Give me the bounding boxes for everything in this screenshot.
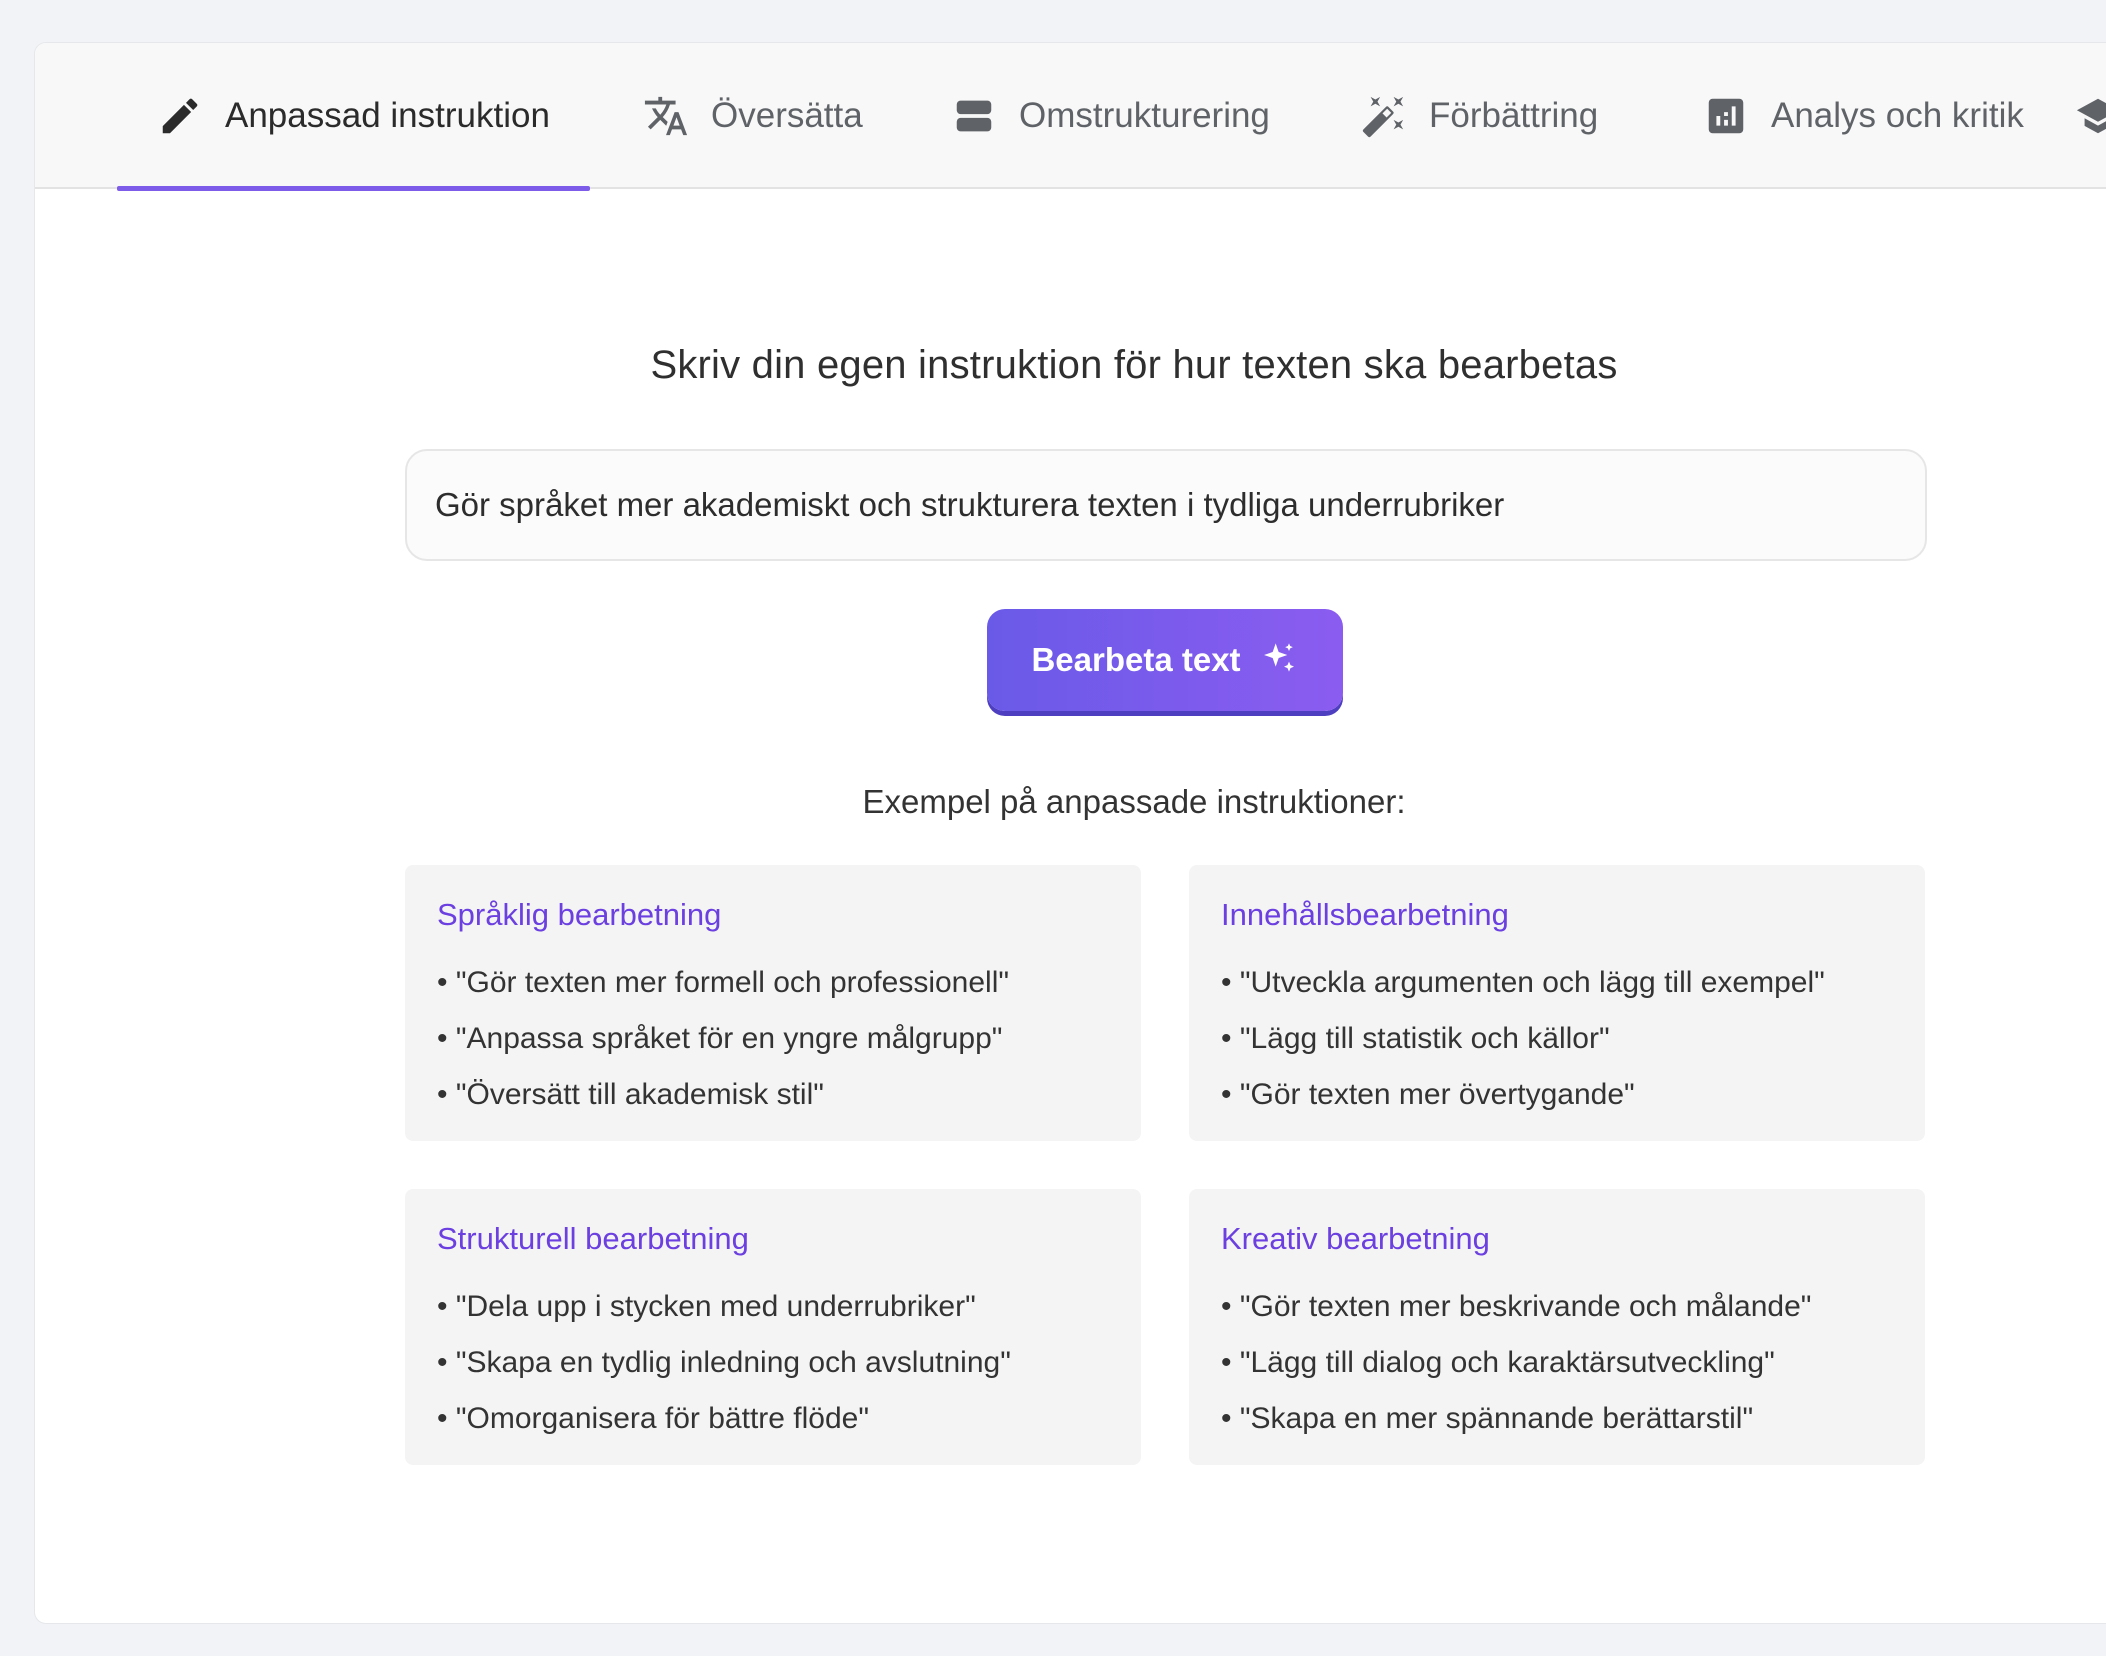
- tab-omstrukturering[interactable]: Omstrukturering: [951, 43, 1270, 189]
- example-item[interactable]: "Skapa en mer spännande berättarstil": [1221, 1391, 1893, 1447]
- example-card-innehall: Innehållsbearbetning "Utveckla argumente…: [1189, 865, 1925, 1141]
- example-item[interactable]: "Dela upp i stycken med underrubriker": [437, 1279, 1109, 1335]
- restructure-icon: [951, 93, 997, 139]
- analytics-icon: [1703, 93, 1749, 139]
- example-card-title: Innehållsbearbetning: [1221, 897, 1509, 932]
- example-item[interactable]: "Utveckla argumenten och lägg till exemp…: [1221, 955, 1893, 1011]
- tab-bar: Anpassad instruktion Översätta Omstruktu…: [35, 43, 2106, 191]
- example-item[interactable]: "Gör texten mer övertygande": [1221, 1067, 1893, 1123]
- example-item[interactable]: "Omorganisera för bättre flöde": [437, 1391, 1109, 1447]
- tab-label: Förbättring: [1429, 96, 1599, 135]
- school-icon: [2075, 93, 2106, 139]
- tab-label: Anpassad instruktion: [225, 96, 550, 135]
- magic-wand-icon: [1361, 93, 1407, 139]
- example-item[interactable]: "Anpassa språket för en yngre målgrupp": [437, 1011, 1109, 1067]
- main-card: Anpassad instruktion Översätta Omstruktu…: [34, 42, 2106, 1624]
- tab-label: Omstrukturering: [1019, 96, 1270, 135]
- example-card-strukturell: Strukturell bearbetning "Dela upp i styc…: [405, 1189, 1141, 1465]
- example-item[interactable]: "Översätt till akademisk stil": [437, 1067, 1109, 1123]
- process-text-button[interactable]: Bearbeta text: [987, 609, 1343, 711]
- tab-more-partial[interactable]: [2075, 43, 2106, 189]
- example-card-title: Språklig bearbetning: [437, 897, 722, 932]
- process-button-label: Bearbeta text: [1031, 641, 1241, 678]
- tab-oversatta[interactable]: Översätta: [643, 43, 863, 189]
- example-item[interactable]: "Lägg till statistik och källor": [1221, 1011, 1893, 1067]
- tab-label: Analys och kritik: [1771, 96, 2024, 135]
- example-item[interactable]: "Gör texten mer beskrivande och målande": [1221, 1279, 1893, 1335]
- tab-forbattring[interactable]: Förbättring: [1361, 43, 1598, 189]
- pencil-icon: [157, 93, 203, 139]
- page-heading: Skriv din egen instruktion för hur texte…: [650, 343, 1618, 387]
- example-card-title: Kreativ bearbetning: [1221, 1221, 1490, 1256]
- examples-title: Exempel på anpassade instruktioner:: [862, 783, 1406, 820]
- tab-analys-och-kritik[interactable]: Analys och kritik: [1703, 43, 2024, 189]
- example-item[interactable]: "Lägg till dialog och karaktärsutvecklin…: [1221, 1335, 1893, 1391]
- example-item[interactable]: "Skapa en tydlig inledning och avslutnin…: [437, 1335, 1109, 1391]
- tab-anpassad-instruktion[interactable]: Anpassad instruktion: [117, 43, 590, 191]
- example-card-kreativ: Kreativ bearbetning "Gör texten mer besk…: [1189, 1189, 1925, 1465]
- instruction-input[interactable]: [405, 449, 1927, 561]
- example-card-title: Strukturell bearbetning: [437, 1221, 749, 1256]
- example-card-sprakling: Språklig bearbetning "Gör texten mer for…: [405, 865, 1141, 1141]
- tab-label: Översätta: [711, 96, 863, 135]
- example-item[interactable]: "Gör texten mer formell och professionel…: [437, 955, 1109, 1011]
- sparkle-icon: [1259, 640, 1299, 680]
- translate-icon: [643, 93, 689, 139]
